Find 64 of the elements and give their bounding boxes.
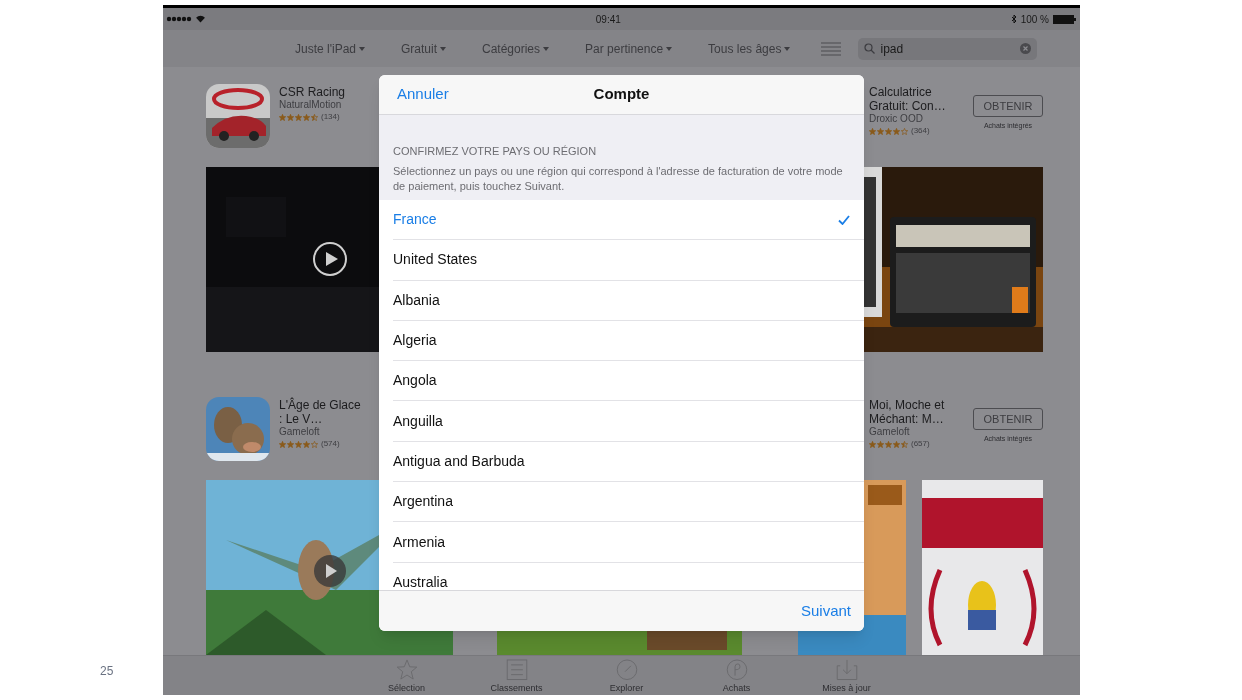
developer-name: Gameloft: [279, 426, 321, 438]
developer-name: Droxic OOD: [869, 113, 924, 125]
section-header: CONFIRMEZ VOTRE PAYS OU RÉGION: [393, 144, 598, 159]
caret-icon: [543, 46, 550, 51]
country-row[interactable]: Argentina: [393, 482, 864, 523]
star-outline-icon: [311, 440, 318, 448]
app-title: Moi, Moche et Méchant: M…: [869, 398, 946, 426]
download-icon: [835, 659, 858, 681]
app-title: Calculatrice Gratuit: Con…: [869, 85, 947, 113]
country-row[interactable]: Angola: [393, 361, 864, 402]
bluetooth-icon: [1010, 14, 1017, 24]
country-row[interactable]: France: [393, 200, 864, 241]
caret-icon: [666, 46, 673, 51]
checkmark-icon: [838, 214, 850, 225]
purchase-icon: [725, 659, 748, 681]
section-description: Sélectionnez un pays ou une région qui correspond à l'adresse de facturation de votre mode de paiement, puis touchez Suivant.: [393, 163, 844, 194]
search-field[interactable]: ipad: [858, 37, 1038, 60]
battery-icon: [1053, 14, 1077, 24]
tab-bar-item[interactable]: Mises à jour: [816, 656, 877, 695]
caret-icon: [784, 46, 791, 51]
search-icon: [864, 43, 876, 54]
country-row[interactable]: United States: [393, 240, 864, 281]
review-count: (657): [911, 438, 930, 450]
compass-icon: [615, 659, 638, 681]
get-button[interactable]: OBTENIR: [973, 408, 1043, 430]
tab-bar-item[interactable]: Sélection: [376, 656, 437, 695]
country-row[interactable]: Armenia: [393, 522, 864, 563]
list-icon: [505, 659, 528, 681]
developer-name: NaturalMotion: [279, 99, 343, 111]
country-row[interactable]: Anguilla: [393, 401, 864, 442]
filter-dropdown[interactable]: Par pertinence: [585, 39, 673, 58]
clock: 09:41: [595, 12, 621, 27]
play-icon: [312, 241, 348, 277]
wifi-icon: [195, 15, 206, 23]
filter-dropdown[interactable]: Tous les âges: [708, 39, 791, 58]
tab-bar-item[interactable]: Achats: [706, 656, 767, 695]
country-row[interactable]: Antigua and Barbuda: [393, 441, 864, 483]
signal-icon: [166, 16, 192, 22]
slide-number: 25: [100, 663, 114, 680]
filter-dropdown[interactable]: Gratuit: [401, 39, 446, 58]
caret-icon: [359, 46, 365, 51]
cancel-button[interactable]: Annuler: [397, 83, 449, 106]
app-title: CSR Racing: [279, 85, 347, 99]
star-icon: [395, 659, 418, 681]
app-title: L'Âge de Glace : Le V…: [279, 398, 361, 426]
tab-bar-item[interactable]: Classements: [486, 656, 547, 695]
country-row[interactable]: Albania: [393, 280, 864, 321]
dialog-title: Compte: [593, 84, 650, 105]
country-row[interactable]: Algeria: [393, 320, 864, 362]
clear-icon: [1020, 43, 1032, 54]
filter-dropdown[interactable]: Catégories: [482, 39, 550, 58]
battery-percent: 100 %: [1020, 12, 1049, 27]
star-outline-icon: [901, 127, 908, 135]
tab-bar-item[interactable]: Explorer: [596, 656, 657, 695]
review-count: (364): [911, 125, 930, 137]
developer-name: Gameloft: [869, 426, 911, 438]
caret-icon: [440, 46, 446, 51]
get-button[interactable]: OBTENIR: [973, 95, 1043, 117]
next-button[interactable]: Suivant: [800, 599, 851, 623]
review-count: (574): [321, 438, 340, 450]
list-icon: [821, 41, 842, 56]
filter-dropdown[interactable]: Juste l'iPad: [295, 39, 365, 58]
review-count: (134): [321, 111, 340, 123]
play-icon: [313, 554, 347, 588]
